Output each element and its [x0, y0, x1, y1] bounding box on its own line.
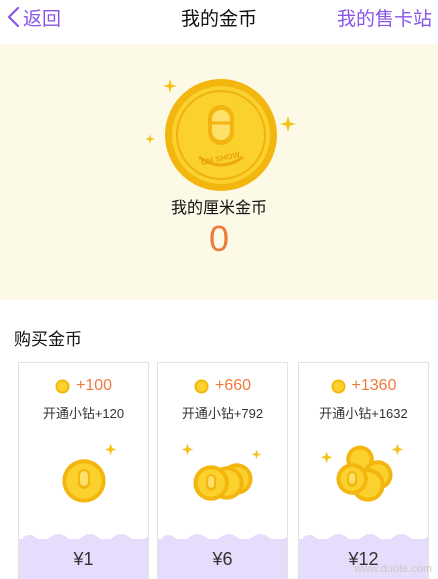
vip-bonus-text: 开通小钻+120 [42, 406, 125, 421]
coin-icon [55, 378, 70, 394]
coin-balance-value: 0 [208, 218, 230, 259]
section-title: 购买金币 [14, 330, 82, 349]
coin-amount: +100 [75, 377, 113, 394]
back-button[interactable]: 返回 [6, 3, 61, 31]
coin-package-card[interactable]: +660 开通小钻+792 ¥6 [157, 362, 288, 579]
coin-package-card[interactable]: +1360 开通小钻+1632 ¥12 [298, 362, 429, 579]
coin-package-card[interactable]: +100 开通小钻+120 ¥1 [18, 362, 149, 579]
my-card-shop-link[interactable]: 我的售卡站 [337, 4, 432, 31]
coin-stack-icon [320, 443, 404, 502]
price-label: ¥1 [73, 548, 94, 569]
sparkle-icon [145, 134, 155, 144]
coin-stack-icon [62, 443, 117, 503]
card-header: +1360 开通小钻+1632 [299, 363, 428, 421]
back-label: 返回 [23, 8, 62, 30]
cm-show-coin-icon: CM SHOW [165, 79, 277, 191]
vip-bonus-text: 开通小钻+792 [181, 406, 264, 421]
nav-bar: 返回 我的金币 我的售卡站 [0, 0, 438, 36]
sparkle-icon [280, 116, 296, 132]
coin-amount: +660 [214, 377, 252, 394]
coin-balance-label: 我的厘米金币 [170, 200, 267, 217]
coin-stack-icon [181, 443, 262, 501]
coin-amount: +1360 [351, 377, 397, 394]
vip-bonus-text: 开通小钻+1632 [319, 406, 408, 421]
card-header: +660 开通小钻+792 [158, 363, 287, 421]
chevron-left-icon [7, 6, 20, 28]
watermark-text: www.duote.com [354, 563, 432, 575]
coin-icon [194, 378, 209, 394]
coin-balance-panel: CM SHOW 我的厘米金币 0 [0, 44, 438, 300]
price-button[interactable]: ¥1 [19, 539, 148, 579]
coin-icon [331, 378, 346, 394]
price-label: ¥6 [212, 548, 233, 569]
card-header: +100 开通小钻+120 [19, 363, 148, 421]
price-button[interactable]: ¥6 [158, 539, 287, 579]
